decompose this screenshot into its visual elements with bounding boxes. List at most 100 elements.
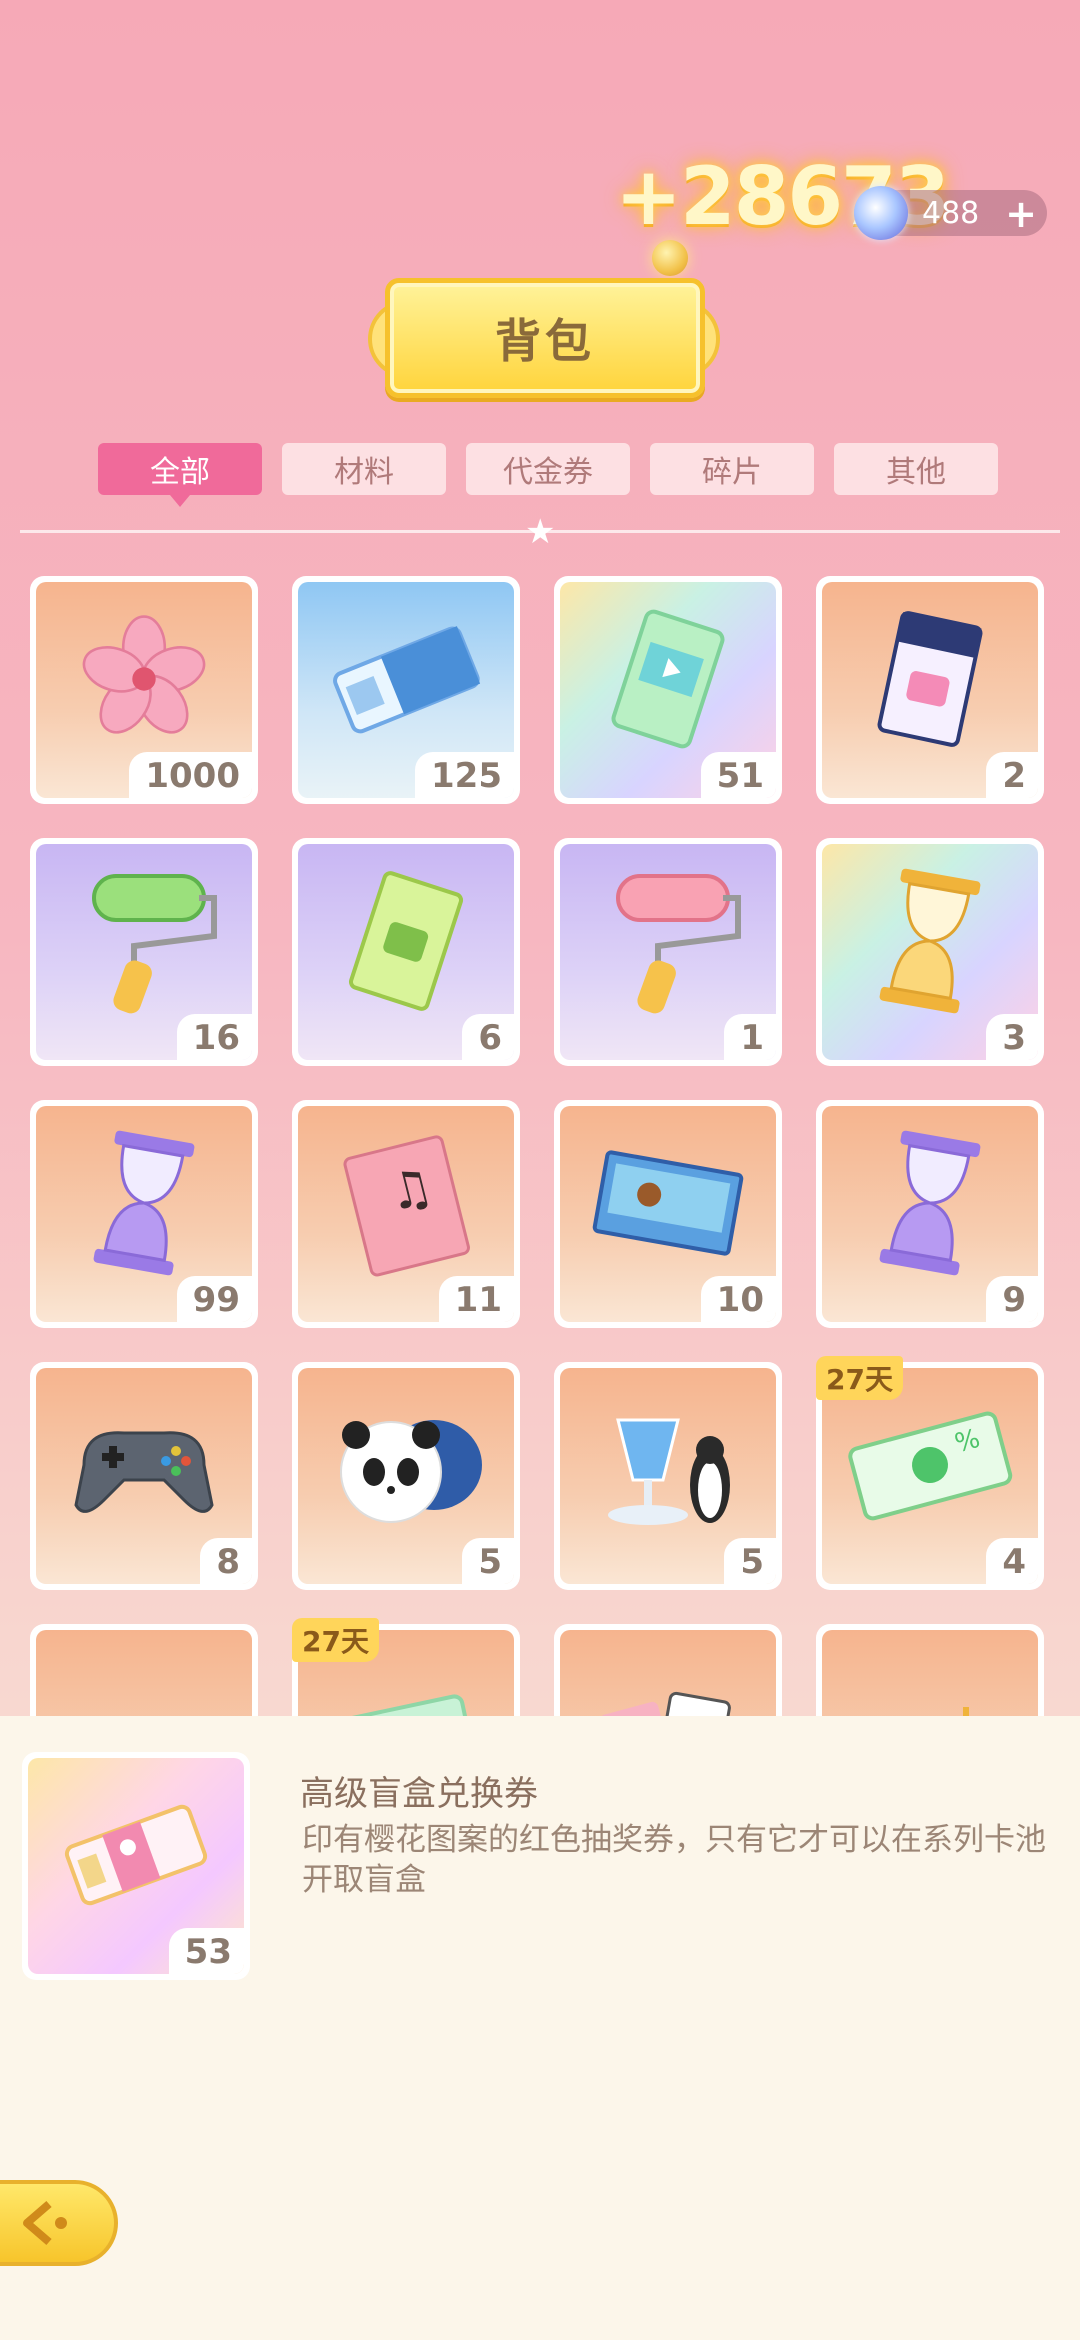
item-count: 5 [462, 1538, 514, 1584]
slot-background: 9 [822, 1106, 1038, 1322]
slot-background: ♫ 11 [298, 1106, 514, 1322]
green-paint-roller-icon [64, 866, 224, 1016]
title-banner: 背包 [385, 278, 705, 398]
inventory-slot[interactable]: ♠ [554, 1624, 782, 1716]
inventory-slot[interactable]: 16 [30, 838, 258, 1066]
gem-counter[interactable]: 488 + [854, 186, 1047, 240]
item-count: 3 [986, 1014, 1038, 1060]
inventory-slot[interactable]: 51 [554, 576, 782, 804]
slot-background: 10 [560, 1106, 776, 1322]
tab-vouchers[interactable]: 代金券 [466, 443, 630, 495]
selected-item-name: 高级盲盒兑换券 [300, 1774, 538, 1814]
slot-background: 51 [560, 582, 776, 798]
inventory-slot[interactable] [816, 1624, 1044, 1716]
bunny-bow-icon [69, 1667, 219, 1716]
film-ticket-icon [598, 609, 738, 749]
item-count: 1000 [129, 752, 252, 798]
item-count: 99 [176, 1276, 252, 1322]
slot-background: 99 [36, 1106, 252, 1322]
slot-background [36, 1630, 252, 1716]
dark-blue-ticket-icon [865, 609, 995, 749]
card-deck-icon: ♠ [593, 1667, 743, 1716]
coin-icon [652, 240, 688, 276]
item-count: 5 [724, 1538, 776, 1584]
category-tabs: 全部 材料 代金券 碎片 其他 [98, 443, 998, 507]
slot-background: 1 [560, 844, 776, 1060]
inventory-slot[interactable]: 99 [30, 1100, 258, 1328]
bunny-dessert-icon [855, 1667, 1005, 1716]
game-controller-icon [64, 1405, 224, 1525]
sale-coupon-icon: % [845, 1405, 1015, 1525]
inventory-slot[interactable]: 3 [816, 838, 1044, 1066]
golden-hourglass-icon [865, 866, 995, 1016]
star-icon: ★ [525, 512, 556, 552]
slot-background: ♠ [560, 1630, 776, 1716]
inventory-slot[interactable]: 27天 [292, 1618, 520, 1716]
slot-background: 2 [822, 582, 1038, 798]
inventory-slot[interactable]: 2 [816, 576, 1044, 804]
page-title: 背包 [495, 314, 595, 368]
inventory-slot[interactable]: 6 [292, 838, 520, 1066]
back-button[interactable] [0, 2180, 118, 2266]
selected-item-count: 53 [168, 1928, 244, 1974]
tab-other[interactable]: 其他 [834, 443, 998, 495]
puzzle-box-icon [588, 1143, 748, 1263]
add-gems-icon[interactable]: + [1005, 192, 1037, 236]
slot-background: 3 [822, 844, 1038, 1060]
inventory-slot[interactable]: 1000 [30, 576, 258, 804]
inventory-slot[interactable]: 8 [30, 1362, 258, 1590]
slot-background: 5 [298, 1368, 514, 1584]
slot-background: 125 [298, 582, 514, 798]
item-count: 2 [986, 752, 1038, 798]
slot-background: 6 [298, 844, 514, 1060]
tab-fragments[interactable]: 碎片 [650, 443, 814, 495]
back-arrow-icon [23, 2200, 67, 2246]
item-count: 125 [415, 752, 514, 798]
inventory-slot[interactable]: 5 [554, 1362, 782, 1590]
inventory-slot[interactable]: % 4 27天 [816, 1356, 1044, 1590]
gem-icon [854, 186, 908, 240]
item-count: 51 [700, 752, 776, 798]
inventory-grid: 10001255121661399♫11109855%427天27天♠ [30, 576, 1050, 1716]
blue-ticket-icon [331, 624, 481, 734]
item-count: 1 [724, 1014, 776, 1060]
item-count: 16 [176, 1014, 252, 1060]
panda-plush-icon [326, 1400, 486, 1530]
purple-hourglass-icon [79, 1128, 209, 1278]
gem-count: 488 [922, 196, 980, 231]
item-count: 8 [200, 1538, 252, 1584]
purple-hourglass-icon [865, 1128, 995, 1278]
slot-background: 16 [36, 844, 252, 1060]
inventory-slot[interactable]: 10 [554, 1100, 782, 1328]
selected-item-thumbnail: 53 [22, 1752, 250, 1980]
music-book-icon: ♫ [331, 1128, 481, 1278]
expiry-badge: 27天 [816, 1356, 903, 1400]
slot-background: % 4 [822, 1368, 1038, 1584]
tab-all[interactable]: 全部 [98, 443, 262, 507]
green-card-icon [331, 1667, 481, 1716]
tab-materials[interactable]: 材料 [282, 443, 446, 495]
sakura-flower-icon [79, 614, 209, 744]
item-count: 11 [438, 1276, 514, 1322]
inventory-slot[interactable]: 1 [554, 838, 782, 1066]
item-count: 9 [986, 1276, 1038, 1322]
expiry-badge: 27天 [292, 1618, 379, 1662]
inventory-slot[interactable]: 9 [816, 1100, 1044, 1328]
pink-paint-roller-icon [588, 866, 748, 1016]
slot-background: 1000 [36, 582, 252, 798]
inventory-slot[interactable]: 125 [292, 576, 520, 804]
slot-background [822, 1630, 1038, 1716]
green-ticket-icon [341, 871, 471, 1012]
selected-item-description: 印有樱花图案的红色抽奖券，只有它才可以在系列卡池开取盲盒 [302, 1822, 1046, 1898]
inventory-slot[interactable] [30, 1624, 258, 1716]
slot-background: 5 [560, 1368, 776, 1584]
slot-background: 8 [36, 1368, 252, 1584]
inventory-slot[interactable]: 5 [292, 1362, 520, 1590]
item-count: 4 [986, 1538, 1038, 1584]
drink-penguin-icon [588, 1390, 748, 1540]
premium-blind-box-ticket-icon [61, 1800, 211, 1910]
item-count: 10 [700, 1276, 776, 1322]
item-count: 6 [462, 1014, 514, 1060]
inventory-slot[interactable]: ♫ 11 [292, 1100, 520, 1328]
item-detail-panel: 53 高级盲盒兑换券 印有樱花图案的红色抽奖券，只有它才可以在系列卡池开取盲盒 [0, 1716, 1080, 2340]
